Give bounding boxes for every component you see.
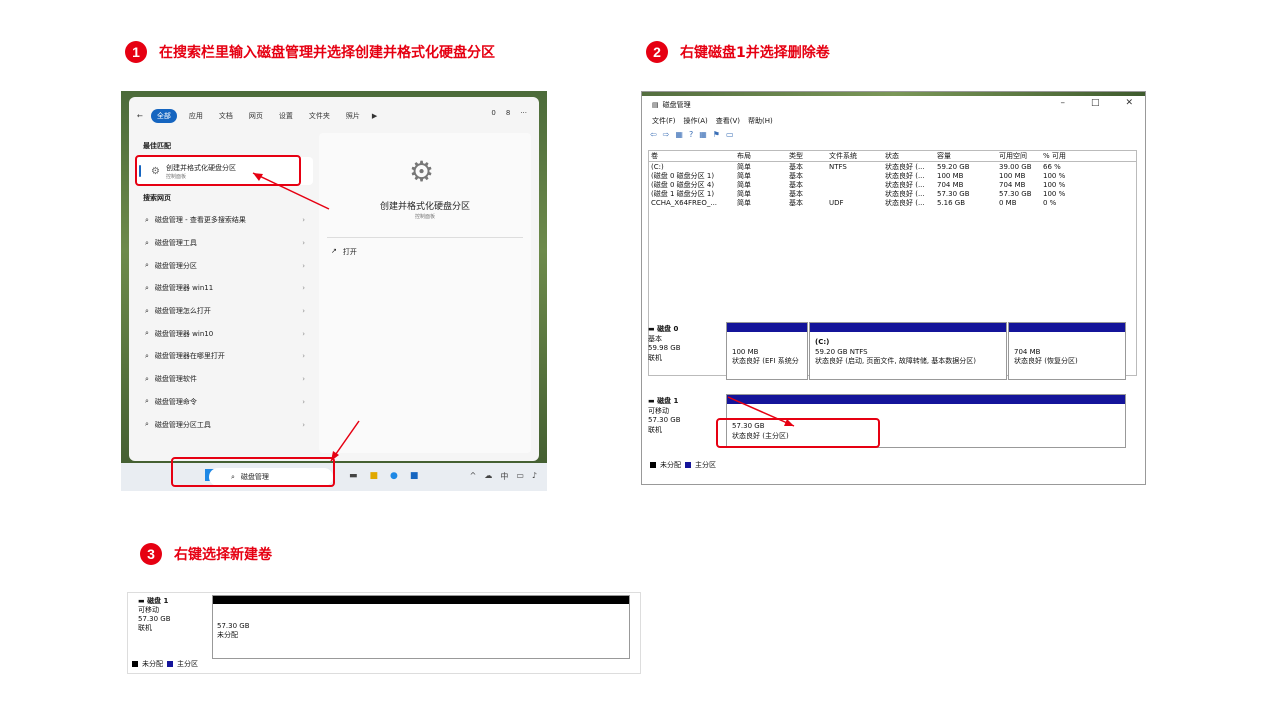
legend-primary: 主分区 [695, 461, 716, 469]
step-1-text: 在搜索栏里输入磁盘管理并选择创建并格式化硬盘分区 [159, 45, 495, 61]
legend-primary-swatch [685, 462, 691, 468]
step-1-number: 1 [125, 41, 147, 63]
step-2-number: 2 [646, 41, 668, 63]
search-screenshot: ← 全部 应用 文档 网页 设置 文件夹 照片 ▶ 0 8 ··· 最佳匹配 ⚙… [121, 91, 547, 491]
partition-size: 57.30 GB [217, 622, 250, 630]
partition-status: 未分配 [217, 631, 238, 639]
legend-unallocated: 未分配 [660, 461, 681, 469]
disk1-type: 可移动 [138, 606, 159, 614]
disk-management-screenshot: ▤ 磁盘管理 – □ ✕ 文件(F) 操作(A) 查看(V) 帮助(H) ⇦ ⇨… [641, 91, 1146, 485]
legend-primary: 主分区 [177, 660, 198, 668]
step-2-title: 2 右键磁盘1并选择删除卷 [646, 41, 830, 63]
step-1-title: 1 在搜索栏里输入磁盘管理并选择创建并格式化硬盘分区 [125, 41, 495, 63]
disk1-status: 联机 [138, 624, 152, 632]
step-2-text: 右键磁盘1并选择删除卷 [680, 45, 830, 61]
disk1-name: 磁盘 1 [147, 597, 169, 605]
step-3-text: 右键选择新建卷 [174, 547, 272, 563]
disk1-label[interactable]: ▬ 磁盘 1 可移动 57.30 GB 联机 [138, 597, 171, 633]
legend: 未分配 主分区 [650, 460, 716, 470]
legend-unallocated-swatch [650, 462, 656, 468]
partition-bar [213, 596, 629, 604]
disk1-size: 57.30 GB [138, 615, 171, 623]
legend-primary-swatch [167, 661, 173, 667]
annotation-arrows [252, 172, 360, 462]
annotation-arrow [727, 396, 795, 427]
new-volume-screenshot: ▬ 磁盘 1 可移动 57.30 GB 联机 57.30 GB 未分配 未分配 … [127, 592, 641, 674]
step-3-number: 3 [140, 543, 162, 565]
unallocated-partition[interactable]: 57.30 GB 未分配 [212, 595, 630, 659]
step-3-title: 3 右键选择新建卷 [140, 543, 272, 565]
legend: 未分配 主分区 [132, 659, 198, 669]
legend-unallocated: 未分配 [142, 660, 163, 668]
legend-unallocated-swatch [132, 661, 138, 667]
